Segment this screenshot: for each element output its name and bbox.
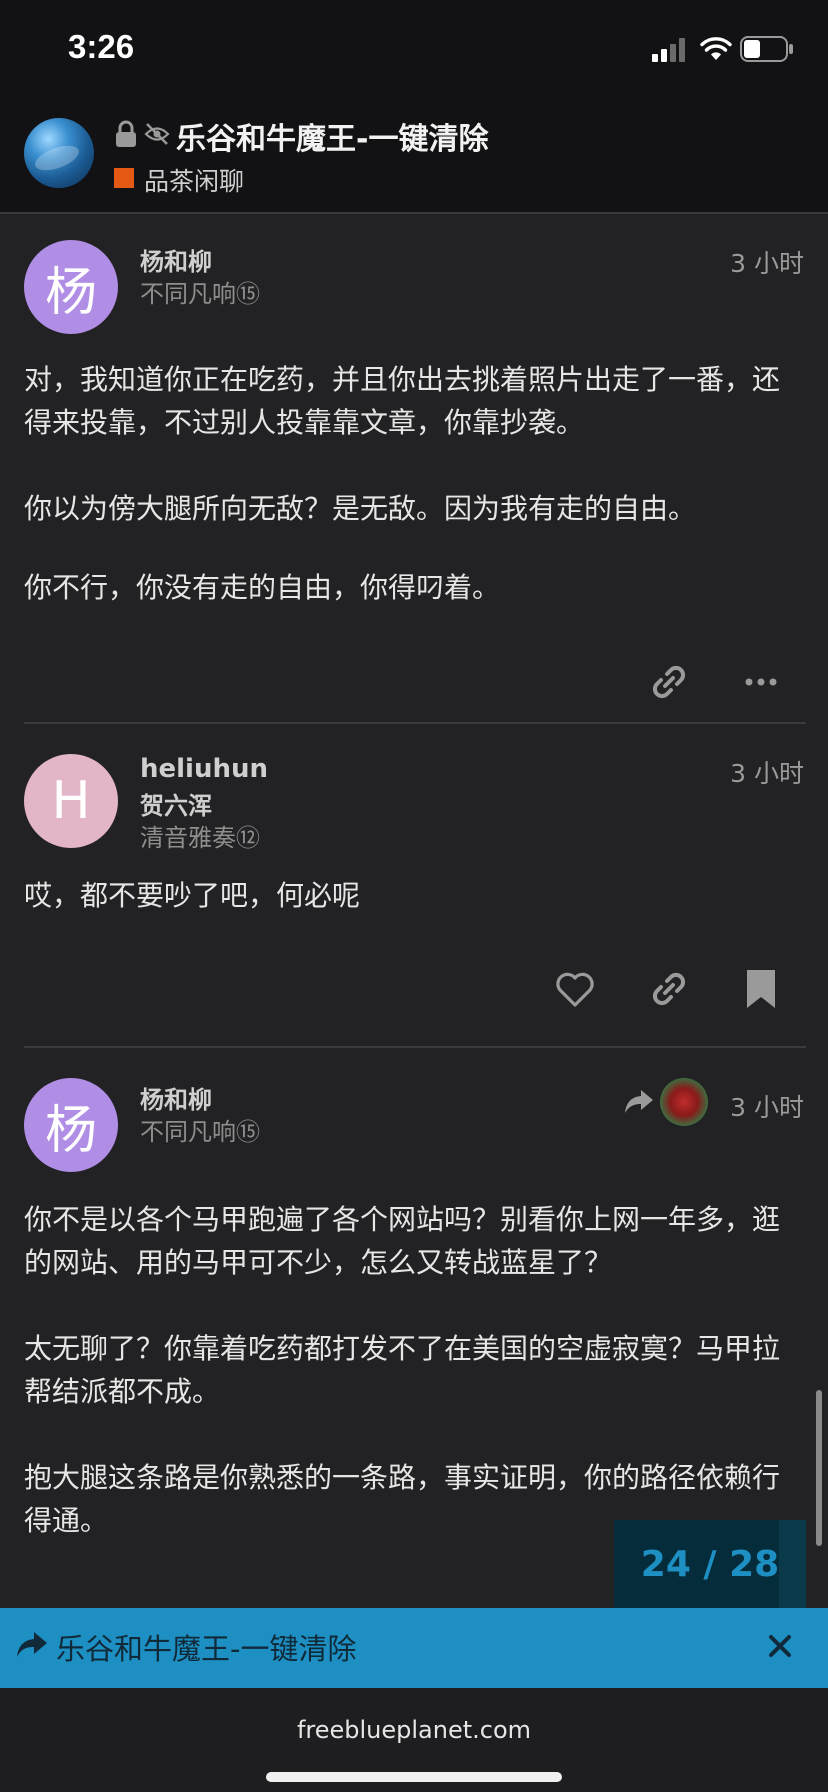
scrollbar[interactable]: [816, 1390, 822, 1546]
post-paragraph: 你不是以各个马甲跑遍了各个网站吗？别看你上网一年多，逛的网站、用的马甲可不少，怎…: [24, 1203, 781, 1279]
username[interactable]: heliuhun: [140, 754, 268, 784]
post-paragraph: 对，我知道你正在吃药，并且你出去挑着照片出走了一番，还得来投靠，不过别人投靠靠文…: [24, 363, 781, 439]
post: H heliuhun 贺六浑 清音雅奏⑫ 3 小时 哎，都不要吵了吧，何必呢: [0, 724, 828, 1046]
lock-icon: [116, 120, 136, 147]
status-time: 3:26: [68, 28, 135, 65]
share-banner[interactable]: 乐谷和牛魔王-一键清除: [0, 1608, 828, 1688]
cellular-signal-icon: [652, 38, 685, 62]
post-time[interactable]: 3 小时: [730, 1088, 804, 1124]
more-options-icon[interactable]: [739, 660, 783, 704]
username[interactable]: 杨和柳: [140, 242, 212, 277]
post-time[interactable]: 3 小时: [730, 244, 804, 280]
user-title: 不同凡响⑮: [140, 280, 260, 308]
url-domain[interactable]: freeblueplanet.com: [0, 1716, 828, 1744]
share-title[interactable]: 乐谷和牛魔王-一键清除: [56, 1626, 356, 1668]
bookmark-icon[interactable]: [739, 967, 783, 1011]
category-badge: [114, 168, 134, 188]
post-paragraph: 你不行，你没有走的自由，你得叼着。: [24, 571, 501, 604]
topic-title[interactable]: 乐谷和牛魔王-一键清除: [176, 114, 488, 158]
post-paragraph: 你以为傍大腿所向无敌？是无敌。因为我有走的自由。: [24, 492, 697, 525]
reply-to-icon[interactable]: [624, 1088, 654, 1116]
topic-header: 乐谷和牛魔王-一键清除 品茶闲聊: [0, 100, 828, 214]
post-paragraph: 太无聊了？你靠着吃药都打发不了在美国的空虚寂寞？马甲拉帮结派都不成。: [24, 1332, 781, 1408]
user-full-name: 贺六浑: [140, 792, 212, 820]
post-paragraph: 哎，都不要吵了吧，何必呢: [24, 879, 361, 912]
like-heart-icon[interactable]: [553, 967, 597, 1011]
battery-icon: [740, 36, 793, 62]
avatar[interactable]: H: [24, 754, 118, 848]
reply-to-avatar[interactable]: [660, 1078, 708, 1126]
share-arrow-icon: [17, 1632, 47, 1657]
user-title: 不同凡响⑮: [140, 1118, 260, 1146]
link-icon[interactable]: [647, 660, 691, 704]
topic-progress[interactable]: 24 / 28: [614, 1520, 806, 1608]
link-icon[interactable]: [647, 967, 691, 1011]
post-time[interactable]: 3 小时: [730, 754, 804, 790]
status-bar: 3:26: [0, 0, 828, 100]
browser-address-bar[interactable]: freeblueplanet.com: [0, 1688, 828, 1792]
eye-slash-icon: [144, 123, 170, 145]
progress-counter[interactable]: 24 / 28: [614, 1520, 806, 1608]
avatar[interactable]: 杨: [24, 240, 118, 334]
user-title: 清音雅奏⑫: [140, 824, 260, 852]
wifi-icon: [700, 37, 732, 60]
close-icon[interactable]: [762, 1628, 798, 1664]
post: 杨 杨和柳 不同凡响⑮ 3 小时 对，我知道你正在吃药，并且你出去挑着照片出走了…: [0, 214, 828, 722]
site-logo[interactable]: [24, 118, 94, 188]
home-indicator[interactable]: [266, 1772, 562, 1782]
category-name[interactable]: 品茶闲聊: [144, 162, 244, 198]
username[interactable]: 杨和柳: [140, 1080, 212, 1115]
avatar[interactable]: 杨: [24, 1078, 118, 1172]
